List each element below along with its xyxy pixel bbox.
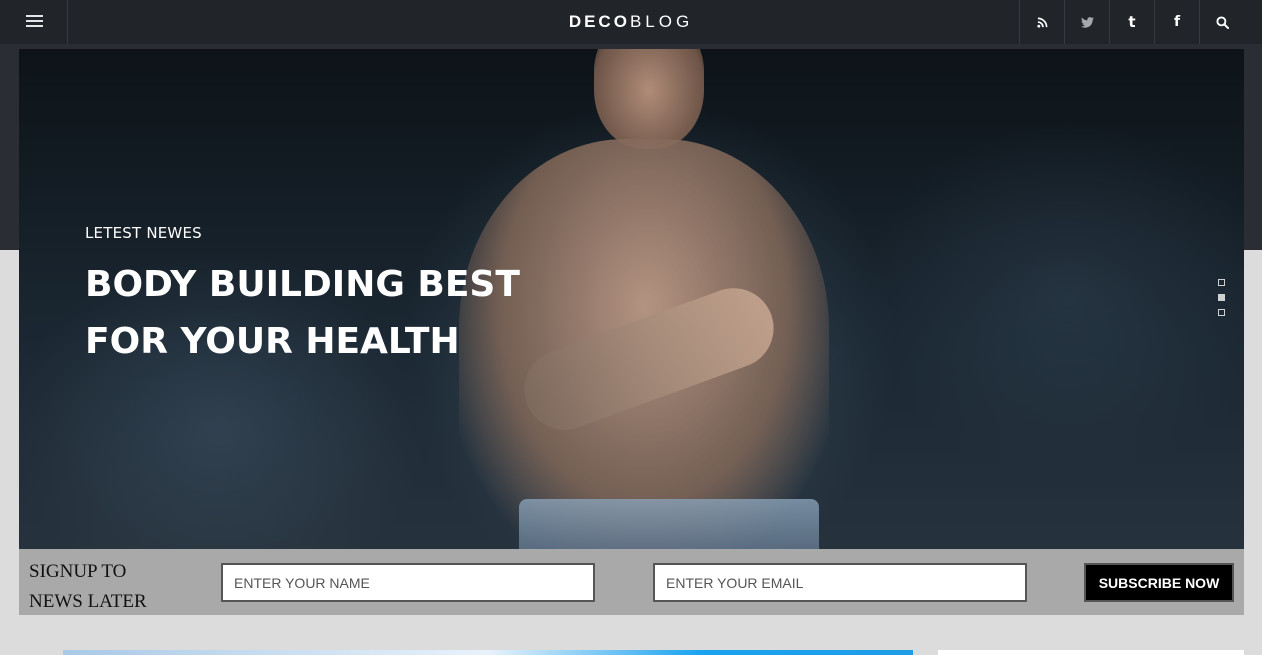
post-preview-image[interactable]: [63, 650, 913, 655]
slider-dots: [1218, 279, 1225, 316]
twitter-button[interactable]: [1064, 0, 1109, 44]
logo-deco: DECO: [568, 12, 630, 31]
email-input[interactable]: [653, 563, 1027, 602]
slider-dot-1[interactable]: [1218, 279, 1225, 286]
hero-image-shorts: [519, 499, 819, 549]
signup-label: SIGNUP TO NEWS LATER: [29, 557, 147, 617]
twitter-icon: [1080, 16, 1094, 28]
hero-image-head: [594, 49, 704, 149]
social-bar: t f: [1019, 0, 1244, 44]
tumblr-button[interactable]: t: [1109, 0, 1154, 44]
hero-title: BODY BUILDING BEST FOR YOUR HEALTH: [85, 256, 520, 370]
hero-title-line1: BODY BUILDING BEST: [85, 264, 520, 305]
facebook-icon: f: [1173, 14, 1181, 30]
search-icon: [1215, 15, 1229, 29]
signup-label-line1: SIGNUP TO: [29, 561, 127, 582]
tumblr-icon: t: [1128, 13, 1136, 31]
search-button[interactable]: [1199, 0, 1244, 44]
logo-blog: BLOG: [629, 12, 694, 31]
sidebar-widget: [938, 650, 1244, 655]
hero-kicker: LETEST NEWES: [85, 224, 202, 242]
facebook-button[interactable]: f: [1154, 0, 1199, 44]
name-input[interactable]: [221, 563, 595, 602]
site-header: DECOBLOG t f: [0, 0, 1262, 44]
rss-button[interactable]: [1019, 0, 1064, 44]
newsletter-signup: SIGNUP TO NEWS LATER SUBSCRIBE NOW: [19, 549, 1244, 615]
hero-caption: LETEST NEWES BODY BUILDING BEST FOR YOUR…: [85, 224, 520, 370]
slider-dot-3[interactable]: [1218, 309, 1225, 316]
rss-icon: [1036, 17, 1047, 28]
hero-slider: LETEST NEWES BODY BUILDING BEST FOR YOUR…: [19, 49, 1244, 549]
subscribe-button[interactable]: SUBSCRIBE NOW: [1084, 563, 1234, 602]
slider-dot-2[interactable]: [1218, 294, 1225, 301]
signup-label-line2: NEWS LATER: [29, 591, 147, 612]
hero-title-line2: FOR YOUR HEALTH: [85, 321, 460, 362]
